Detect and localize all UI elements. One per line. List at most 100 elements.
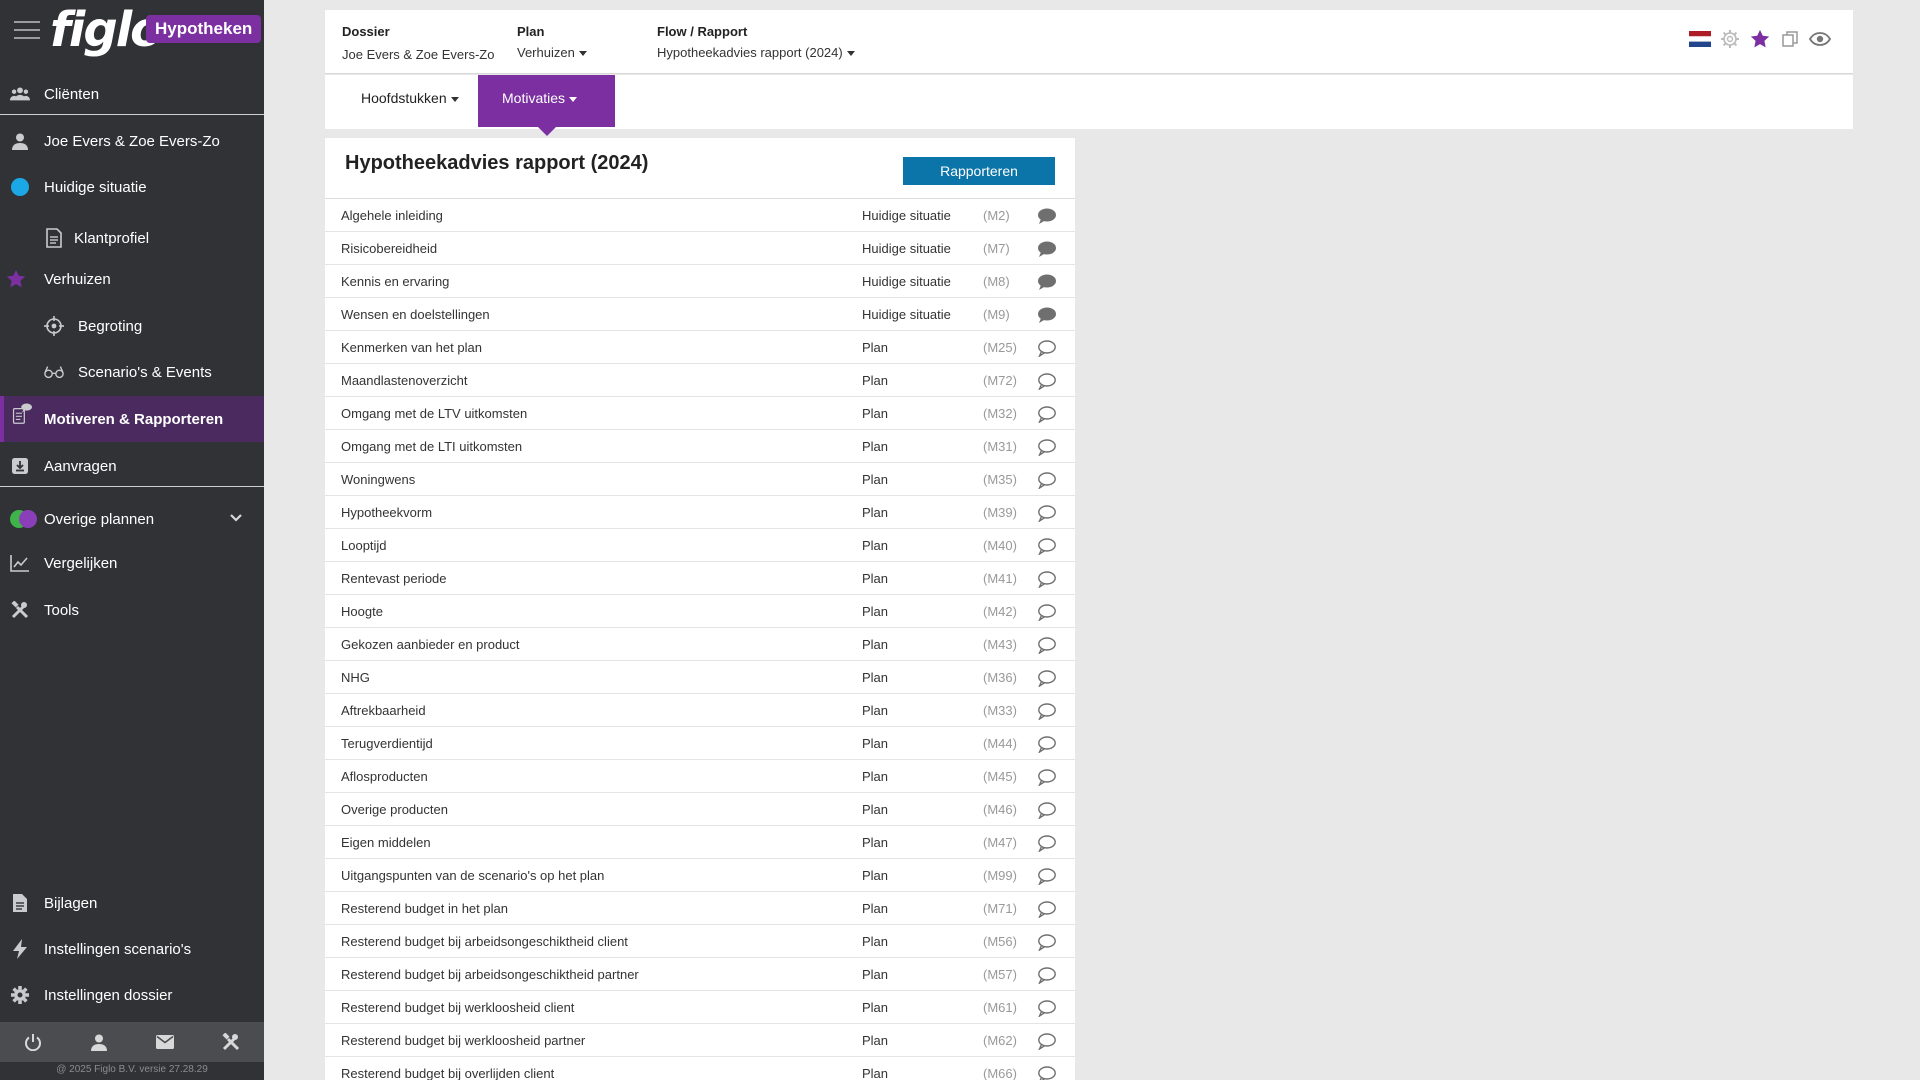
sidebar-item-aanvragen[interactable]: Aanvragen [0,443,264,489]
comment-outline-icon[interactable] [1037,405,1057,424]
sidebar-item-scenarios-events[interactable]: Scenario's & Events [0,349,264,395]
motivation-section: Plan [862,472,889,487]
sidebar-item-instellingen-dossier[interactable]: Instellingen dossier [0,972,264,1018]
motivation-row[interactable]: Resterend budget in het plan Plan (M71) [325,892,1075,925]
comment-outline-icon[interactable] [1037,636,1057,655]
comment-outline-icon[interactable] [1037,537,1057,556]
comment-outline-icon[interactable] [1037,669,1057,688]
sidebar-divider [0,114,264,115]
comment-outline-icon[interactable] [1037,966,1057,985]
sidebar-item-klantprofiel[interactable]: Klantprofiel [0,215,264,261]
motivation-row[interactable]: Resterend budget bij arbeidsongeschikthe… [325,958,1075,991]
netherlands-flag-icon[interactable] [1689,28,1711,50]
comment-filled-icon[interactable] [1037,306,1057,324]
tab-label: Motivaties [502,90,566,106]
comment-outline-icon[interactable] [1037,933,1057,952]
comment-outline-icon[interactable] [1037,867,1057,886]
dossier-block: Dossier Joe Evers & Zoe Evers-Zo [342,24,494,62]
motivation-title: Omgang met de LTV uitkomsten [341,406,528,421]
motivation-title: Overige producten [341,802,448,817]
motivation-row[interactable]: Aftrekbaarheid Plan (M33) [325,694,1075,727]
sidebar-item-label: Instellingen scenario's [44,940,192,958]
comment-outline-icon[interactable] [1037,438,1057,457]
comment-filled-icon[interactable] [1037,273,1057,291]
motivation-row[interactable]: Looptijd Plan (M40) [325,529,1075,562]
sidebar-item-verhuizen[interactable]: Verhuizen [0,256,264,302]
motivation-row[interactable]: Overige producten Plan (M46) [325,793,1075,826]
comment-outline-icon[interactable] [1037,603,1057,622]
dossier-value[interactable]: Joe Evers & Zoe Evers-Zo [342,47,494,62]
sidebar-item-huidige-situatie[interactable]: Huidige situatie [0,164,264,210]
comment-filled-icon[interactable] [1037,240,1057,258]
sidebar-item-bijlagen[interactable]: Bijlagen [0,880,264,926]
comment-outline-icon[interactable] [1037,372,1057,391]
motivation-row[interactable]: Algehele inleiding Huidige situatie (M2) [325,199,1075,232]
motivation-row[interactable]: Wensen en doelstellingen Huidige situatie… [325,298,1075,331]
chevron-down-icon[interactable] [228,510,244,530]
comment-outline-icon[interactable] [1037,504,1057,523]
comment-outline-icon[interactable] [1037,834,1057,853]
sidebar-item-clienten[interactable]: Cliënten [0,71,264,117]
motivation-row[interactable]: Eigen middelen Plan (M47) [325,826,1075,859]
star-icon[interactable] [1749,28,1771,50]
copy-icon[interactable] [1779,28,1801,50]
tab-hoofdstukken[interactable]: Hoofdstukken [337,75,483,127]
profile-icon[interactable] [66,1022,132,1062]
comment-outline-icon[interactable] [1037,339,1057,358]
chart-line-icon [10,553,30,573]
sidebar-item-instellingen-scenarios[interactable]: Instellingen scenario's [0,926,264,972]
motivation-row[interactable]: Hypotheekvorm Plan (M39) [325,496,1075,529]
motivation-row[interactable]: Kenmerken van het plan Plan (M25) [325,331,1075,364]
motivation-row[interactable]: Woningwens Plan (M35) [325,463,1075,496]
motivation-row[interactable]: Uitgangspunten van de scenario's op het … [325,859,1075,892]
plans-circles-icon [9,509,39,529]
tools-icon[interactable] [198,1022,264,1062]
sidebar-item-tools[interactable]: Tools [0,587,264,633]
hamburger-menu-icon[interactable] [14,20,40,40]
comment-outline-icon[interactable] [1037,735,1057,754]
motivation-row[interactable]: Hoogte Plan (M42) [325,595,1075,628]
rapporteren-button[interactable]: Rapporteren [903,157,1055,185]
tab-motivaties[interactable]: Motivaties [478,75,615,136]
flow-dropdown[interactable]: Hypotheekadvies rapport (2024) [657,45,855,60]
motivation-title: Aflosproducten [341,769,428,784]
motivation-row[interactable]: Resterend budget bij werkloosheid partne… [325,1024,1075,1057]
motivation-row[interactable]: Kennis en ervaring Huidige situatie (M8) [325,265,1075,298]
motivation-row[interactable]: Rentevast periode Plan (M41) [325,562,1075,595]
comment-outline-icon[interactable] [1037,999,1057,1018]
comment-outline-icon[interactable] [1037,768,1057,787]
sidebar-item-vergelijken[interactable]: Vergelijken [0,540,264,586]
motivation-row[interactable]: Risicobereidheid Huidige situatie (M7) [325,232,1075,265]
motivation-section: Huidige situatie [862,241,951,256]
motivation-row[interactable]: Terugverdientijd Plan (M44) [325,727,1075,760]
sidebar-item-motiveren-rapporteren[interactable]: Motiveren & Rapporteren [0,396,264,442]
sidebar-item-begroting[interactable]: Begroting [0,303,264,349]
comment-outline-icon[interactable] [1037,801,1057,820]
motivation-row[interactable]: Omgang met de LTI uitkomsten Plan (M31) [325,430,1075,463]
motivation-row[interactable]: Resterend budget bij arbeidsongeschikthe… [325,925,1075,958]
plan-dropdown[interactable]: Verhuizen [517,45,587,60]
motivation-row[interactable]: Resterend budget bij overlijden client Pl… [325,1057,1075,1080]
settings-icon[interactable] [1719,28,1741,50]
sidebar-item-overige-plannen[interactable]: Overige plannen [0,496,264,542]
comment-outline-icon[interactable] [1037,702,1057,721]
motivation-row[interactable]: Gekozen aanbieder en product Plan (M43) [325,628,1075,661]
sidebar-item-dossier-client[interactable]: Joe Evers & Zoe Evers-Zo [0,118,264,164]
motivation-title: Resterend budget bij werkloosheid partne… [341,1033,586,1048]
motivation-row[interactable]: Maandlastenoverzicht Plan (M72) [325,364,1075,397]
comment-outline-icon[interactable] [1037,1065,1057,1080]
comment-outline-icon[interactable] [1037,1032,1057,1051]
motivation-row[interactable]: Omgang met de LTV uitkomsten Plan (M32) [325,397,1075,430]
mail-icon[interactable] [132,1022,198,1062]
comment-outline-icon[interactable] [1037,570,1057,589]
power-icon[interactable] [0,1022,66,1062]
motivation-row[interactable]: NHG Plan (M36) [325,661,1075,694]
comment-filled-icon[interactable] [1037,207,1057,225]
eye-icon[interactable] [1809,28,1831,50]
motivation-row[interactable]: Aflosproducten Plan (M45) [325,760,1075,793]
motivation-section: Plan [862,901,889,916]
motivation-title: Aftrekbaarheid [341,703,426,718]
comment-outline-icon[interactable] [1037,900,1057,919]
comment-outline-icon[interactable] [1037,471,1057,490]
motivation-row[interactable]: Resterend budget bij werkloosheid client… [325,991,1075,1024]
